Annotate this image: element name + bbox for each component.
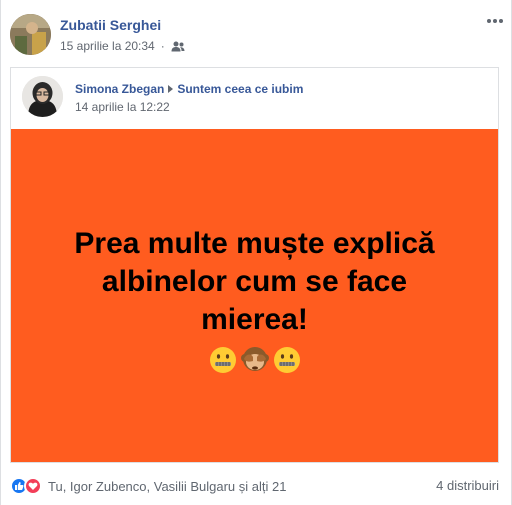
shares-count[interactable]: 4 distribuiri xyxy=(436,478,499,493)
shared-group-name[interactable]: Suntem ceea ce iubim xyxy=(177,82,303,96)
image-caption-line3: mierea! xyxy=(201,302,308,336)
shared-author-line: Simona Zbegan Suntem ceea ce iubim xyxy=(75,82,303,96)
see-no-evil-monkey-emoji xyxy=(240,346,269,371)
love-icon xyxy=(24,477,42,495)
zipper-mouth-emoji xyxy=(209,346,236,373)
image-caption: Prea multe muște explică albinelor cum s… xyxy=(74,225,434,339)
more-options-icon[interactable] xyxy=(485,16,505,26)
shared-author-name[interactable]: Simona Zbegan xyxy=(75,82,164,96)
emoji-row xyxy=(208,345,302,375)
post-meta-dot: · xyxy=(160,39,165,53)
reactions-text[interactable]: Tu, Igor Zubenco, Vasilii Bulgaru și alț… xyxy=(48,479,286,494)
author-name[interactable]: Zubatii Serghei xyxy=(60,17,161,33)
shared-timestamp[interactable]: 14 aprilie la 12:22 xyxy=(75,100,170,114)
shared-image[interactable]: Prea multe muște explică albinelor cum s… xyxy=(11,129,498,462)
post-meta: 15 aprilie la 20:34 · xyxy=(60,39,185,53)
post-card: Zubatii Serghei 15 aprilie la 20:34 · Si… xyxy=(0,0,512,505)
reactions-summary[interactable]: Tu, Igor Zubenco, Vasilii Bulgaru și alț… xyxy=(10,477,286,495)
shared-author-avatar[interactable] xyxy=(22,76,63,117)
shared-post: Simona Zbegan Suntem ceea ce iubim 14 ap… xyxy=(10,67,499,463)
image-caption-line1: Prea multe muște explică xyxy=(74,226,435,260)
author-avatar[interactable] xyxy=(10,14,51,55)
image-caption-line2: albinelor cum se face xyxy=(101,264,408,298)
friends-icon[interactable] xyxy=(171,41,185,52)
reaction-icons xyxy=(10,477,42,495)
post-timestamp[interactable]: 15 aprilie la 20:34 xyxy=(60,39,155,53)
zipper-mouth-emoji xyxy=(273,346,300,373)
arrow-right-icon xyxy=(168,85,174,93)
